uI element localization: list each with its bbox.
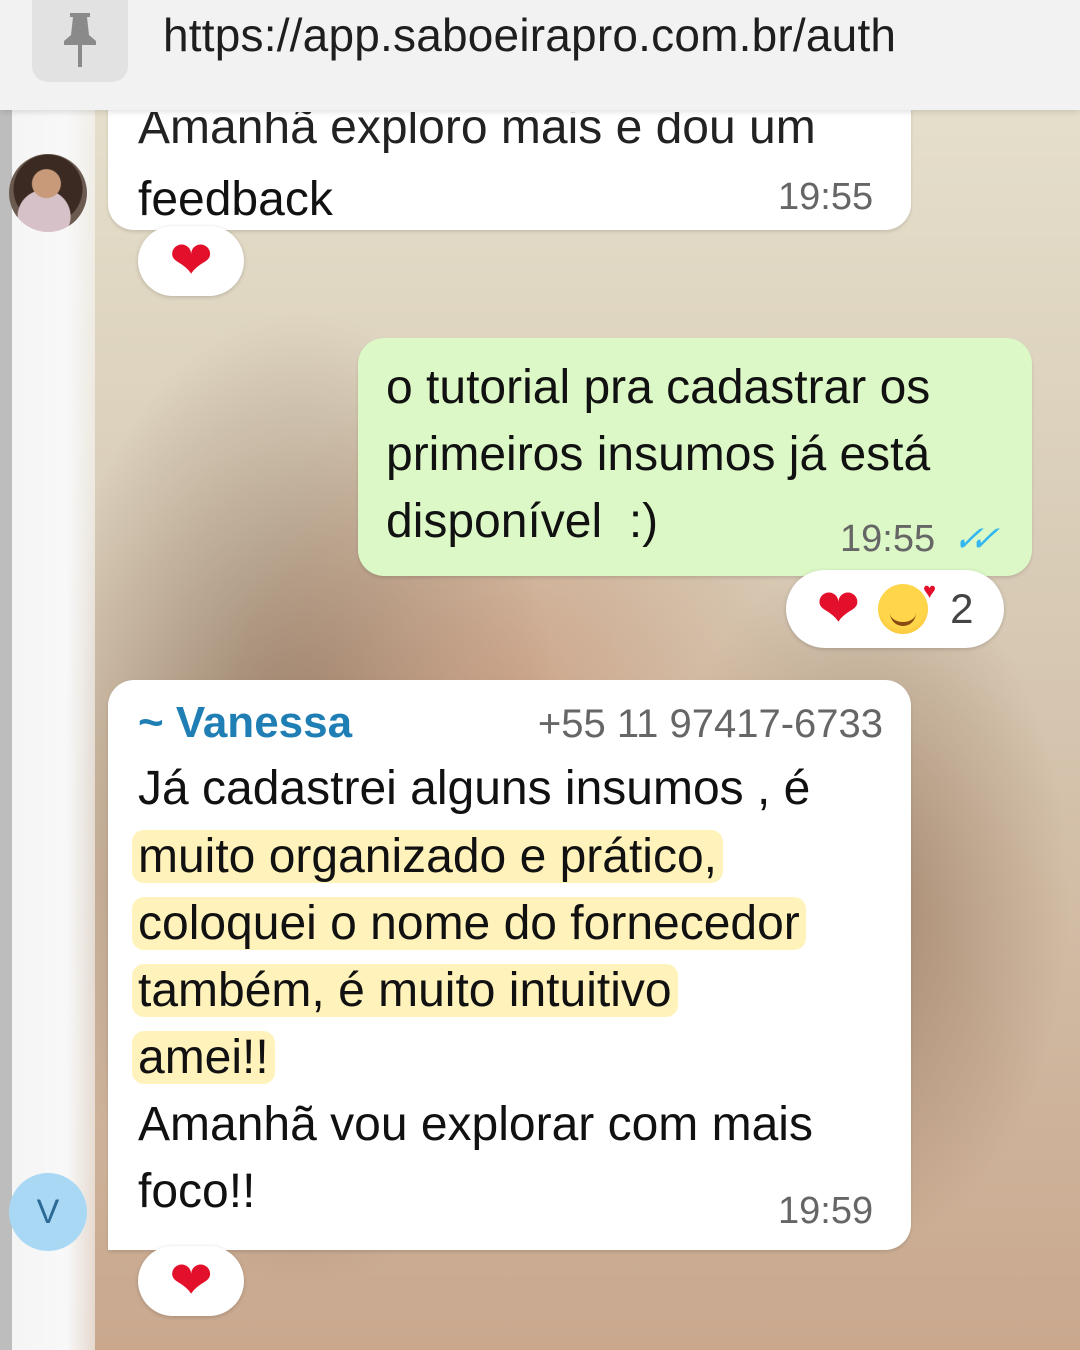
- message-line: Amanhã vou explorar com mais: [138, 1098, 813, 1151]
- heart-emoji-icon: ❤: [169, 1252, 213, 1310]
- reaction-count: 2: [950, 585, 974, 632]
- message-line: Já cadastrei alguns insumos , é: [138, 762, 811, 815]
- left-edge: [0, 110, 12, 1350]
- message-line: o tutorial pra cadastrar os: [386, 361, 931, 414]
- message-time: 19:55 ✓✓: [840, 518, 995, 561]
- heart-emoji-icon: ❤: [169, 232, 213, 290]
- sender-phone: +55 11 97417-6733: [537, 702, 883, 746]
- message-time: 19:55: [778, 176, 874, 218]
- message-line: disponível :): [386, 495, 659, 548]
- message-line-highlighted: amei!!: [132, 1024, 275, 1091]
- browser-url-bar: https://app.saboeirapro.com.br/auth: [0, 0, 1080, 110]
- pin-button[interactable]: [32, 0, 128, 82]
- avatar-initial: V: [36, 1192, 60, 1231]
- message-line-highlighted: muito organizado e prático,: [132, 823, 723, 890]
- reaction-pill[interactable]: ❤ 2: [786, 570, 1004, 648]
- smiling-face-with-hearts-icon: [878, 578, 936, 634]
- avatar[interactable]: [9, 154, 87, 232]
- message-time-text: 19:55: [840, 518, 936, 560]
- highlight: amei!!: [132, 1031, 275, 1084]
- heart-emoji-icon: ❤: [816, 580, 861, 638]
- message-line-highlighted: coloquei o nome do fornecedor: [132, 890, 806, 957]
- message-text: feedback: [138, 173, 333, 226]
- highlight: coloquei o nome do fornecedor: [132, 897, 806, 950]
- left-gutter: [0, 110, 95, 1350]
- reaction-pill[interactable]: ❤: [138, 1246, 244, 1316]
- message-bubble-incoming[interactable]: ~ Vanessa +55 11 97417-6733 Já cadastrei…: [108, 680, 911, 1250]
- highlight: muito organizado e prático,: [132, 830, 723, 883]
- avatar[interactable]: V: [9, 1173, 87, 1251]
- url-text[interactable]: https://app.saboeirapro.com.br/auth: [163, 8, 896, 62]
- highlight: também, é muito intuitivo: [132, 964, 678, 1017]
- reaction-pill[interactable]: ❤: [138, 226, 244, 296]
- message-bubble-outgoing[interactable]: o tutorial pra cadastrar os primeiros in…: [358, 338, 1032, 576]
- sender-name[interactable]: ~ Vanessa: [138, 698, 352, 748]
- message-time: 19:59: [778, 1190, 874, 1232]
- pin-icon: [56, 9, 104, 74]
- message-line-highlighted: também, é muito intuitivo: [132, 957, 678, 1024]
- read-check-icon: ✓✓: [949, 518, 995, 559]
- message-line: foco!!: [138, 1165, 256, 1218]
- message-line: primeiros insumos já está: [386, 428, 931, 481]
